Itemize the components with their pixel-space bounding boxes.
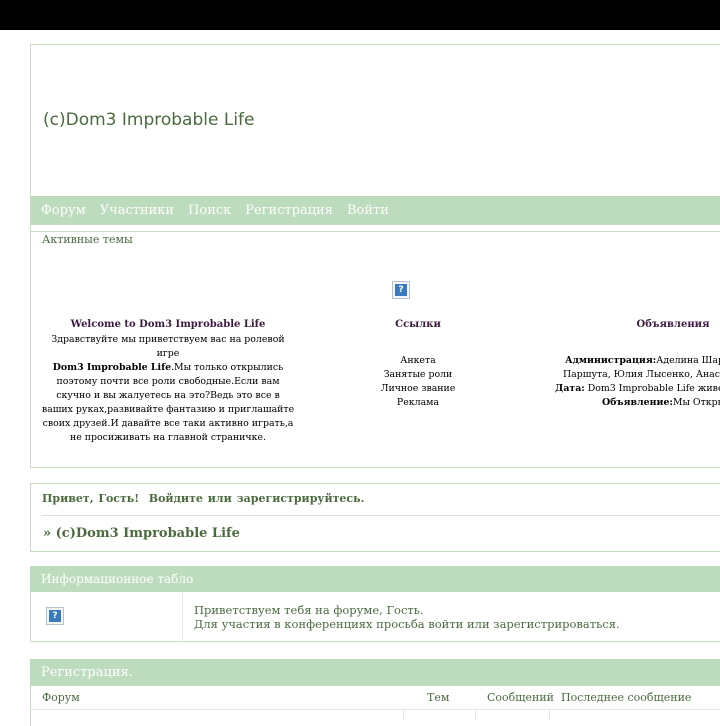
broken-image-icon: ? <box>46 607 64 625</box>
column-topics: Тем <box>427 691 450 704</box>
nav-register-link[interactable]: Регистрация <box>245 203 333 218</box>
welcome-text: Здравствуйте мы приветствуем вас на роле… <box>40 333 296 445</box>
announcements-title: Объявления <box>636 319 710 330</box>
broken-image-icon: ? <box>392 281 410 299</box>
column-posts: Сообщений <box>487 691 555 704</box>
link-personal-title[interactable]: Личное звание <box>368 382 468 396</box>
link-anketa[interactable]: Анкета <box>368 354 468 368</box>
nav-login-link[interactable]: Войти <box>347 203 389 218</box>
greeting-line: Привет, Гость! Войдите или зарегистрируй… <box>42 492 364 505</box>
nav-divider <box>31 231 720 232</box>
nav-forum-link[interactable]: Форум <box>41 203 86 218</box>
admin-continued: Паршута, Юлия Лысенко, Анаста <box>563 369 720 380</box>
announcement-value: Мы Открылись <box>672 397 720 408</box>
date-value: Dom3 Improbable Life живет <box>584 383 720 394</box>
welcome-line1: Здравствуйте мы приветствуем вас на роле… <box>51 334 285 359</box>
column-divider <box>403 710 404 720</box>
links-title: Ссылки <box>395 319 441 330</box>
announcements-text: Администрация:Аделина Шари Паршута, Юлия… <box>548 354 720 410</box>
column-divider <box>549 710 550 720</box>
table-header-divider <box>31 709 720 710</box>
active-topics-link[interactable]: Активные темы <box>42 233 133 246</box>
greeting-text: Привет, Гость! <box>42 492 140 505</box>
nav-members-link[interactable]: Участники <box>100 203 174 218</box>
login-register-link[interactable]: Войдите или зарегистрируйтесь. <box>149 492 365 505</box>
link-occupied-roles[interactable]: Занятые роли <box>368 368 468 382</box>
welcome-game-name: Dom3 Improbable Life <box>52 362 172 373</box>
admin-label: Администрация: <box>565 355 657 366</box>
site-title[interactable]: (c)Dom3 Improbable Life <box>43 110 255 130</box>
link-advertising[interactable]: Реклама <box>368 396 468 410</box>
column-divider <box>475 710 476 720</box>
nav-search-link[interactable]: Поиск <box>188 203 231 218</box>
column-last-post: Последнее сообщение <box>561 691 692 704</box>
admin-value: Аделина Шари <box>656 355 720 366</box>
registration-category-header[interactable]: Регистрация. <box>30 659 720 686</box>
date-label: Дата: <box>555 383 585 394</box>
greeting-divider <box>42 515 720 516</box>
announcement-label: Объявление: <box>602 397 673 408</box>
welcome-title: Welcome to Dom3 Improbable Life <box>70 319 266 330</box>
info-board-text: Приветствуем тебя на форуме, Гость. Для … <box>194 603 620 631</box>
info-login-line: Для участия в конференциях просьба войти… <box>194 617 620 631</box>
welcome-body: .Мы только открылись поэтому почти все р… <box>41 362 295 443</box>
info-board-header: Информационное табло <box>30 566 720 592</box>
top-black-bar <box>0 0 720 30</box>
links-list: Анкета Занятые роли Личное звание Реклам… <box>368 354 468 410</box>
column-forum: Форум <box>42 691 80 704</box>
breadcrumb[interactable]: » (c)Dom3 Improbable Life <box>43 526 240 541</box>
info-divider <box>182 592 183 641</box>
info-welcome-line: Приветствуем тебя на форуме, Гость. <box>194 603 424 617</box>
main-navigation: Форум Участники Поиск Регистрация Войти <box>31 196 720 225</box>
